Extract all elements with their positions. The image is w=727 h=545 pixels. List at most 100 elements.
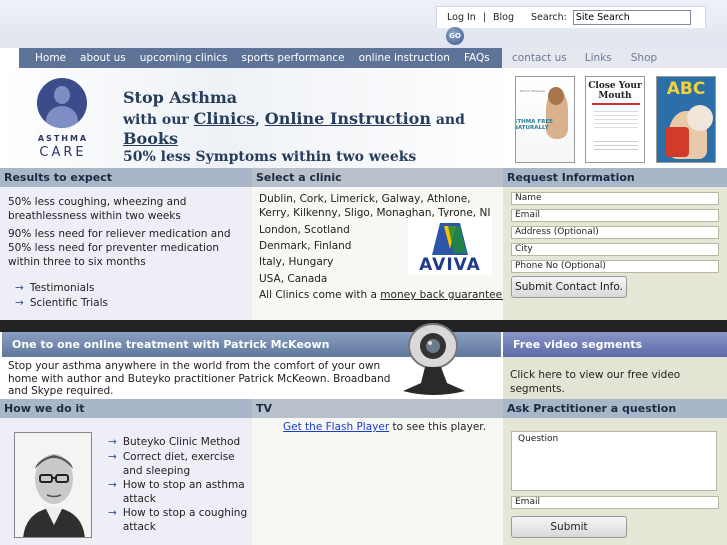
tagline-title: Stop Asthma [123,88,238,107]
search-input[interactable] [572,10,691,25]
clinic-heading: Select a clinic [252,168,503,187]
webcam-icon [395,321,475,399]
arrow-icon: → [108,436,117,448]
book-abc-asthma-free[interactable]: ABC [656,76,716,163]
logo-text-bottom: CARE [39,145,87,160]
guarantee-prefix: All Clinics come with a [259,289,377,301]
clinic-italy-hungary[interactable]: Italy, Hungary [259,255,333,269]
how-item-3[interactable]: → How to stop an asthma attack [108,478,248,506]
results-heading: Results to expect [0,168,252,187]
blog-link[interactable]: Blog [493,12,514,23]
logo-emblem [37,78,87,128]
header-banner: ASTHMA CARE Stop Asthma with our Clinics… [0,68,727,168]
arrow-icon: → [15,282,24,294]
nav-faqs[interactable]: FAQs [457,52,497,64]
results-text-2: 90% less need for reliever medication an… [8,228,231,268]
flash-notice: Get the Flash Player to see this player. [283,420,486,434]
nav-online-instruction[interactable]: online instruction [352,52,457,64]
tagline-prefix: with our [123,112,189,128]
nav-contact-us[interactable]: contact us [512,52,567,64]
logo-text-top: ASTHMA [37,134,89,143]
nav-about-us[interactable]: about us [73,52,133,64]
testimonials-link[interactable]: → Testimonials [15,281,94,295]
tv-heading: TV [252,399,503,418]
aviva-text: AVIVA [419,255,481,275]
clinics-link[interactable]: Clinics [194,109,255,128]
ask-heading: Ask Practitioner a question [503,399,727,418]
scientific-trials-label: Scientific Trials [29,297,108,309]
nav-upcoming-clinics[interactable]: upcoming clinics [133,52,235,64]
free-video-heading[interactable]: Free video segments [503,332,727,357]
nav-links[interactable]: Links [585,52,612,64]
how-item-4-label: How to stop a coughing attack [122,507,248,533]
separator: | [482,12,487,23]
online-treatment-text: Stop your asthma anywhere in the world f… [8,360,391,397]
how-item-1-label: Buteyko Clinic Method [122,436,241,448]
tagline-line2: with our Clinics, Online Instruction and [123,109,465,128]
flash-suffix: to see this player. [392,421,487,433]
results-panel: 50% less coughing, wheezing and breathle… [0,187,252,320]
tv-panel: Get the Flash Player to see this player. [252,418,503,545]
how-item-4[interactable]: → How to stop a coughing attack [108,506,248,534]
testimonials-label: Testimonials [29,282,95,294]
money-back-guarantee-link[interactable]: money back guarantee. [380,289,505,301]
nav-home[interactable]: Home [19,52,73,64]
aviva-logo[interactable]: AVIVA [408,217,492,275]
how-panel: → Buteyko Clinic Method → Correct diet, ex… [0,418,252,545]
arrow-icon: → [108,507,117,519]
asthma-care-logo[interactable]: ASTHMA CARE [30,78,96,164]
clinic-usa-canada[interactable]: USA, Canada [259,272,327,286]
secondary-nav: contact us Links Shop [502,48,727,68]
clinic-denmark-finland[interactable]: Denmark, Finland [259,239,351,253]
search-label: Search: [531,12,567,23]
how-item-1[interactable]: → Buteyko Clinic Method [108,435,248,449]
buteyko-portrait [14,432,92,538]
clinic-cities: Dublin, Cork, Limerick, Galway, Athlone,… [259,193,491,219]
free-video-text[interactable]: Click here to view our free video segmen… [510,368,725,396]
clinic-panel: Dublin, Cork, Limerick, Galway, Athlone,… [252,187,505,320]
ask-email-field[interactable]: Email [511,496,719,509]
how-heading: How we do it [0,399,252,418]
guarantee-text: All Clinics come with a money back guara… [259,288,505,302]
submit-contact-button[interactable]: Submit Contact Info. [511,276,627,298]
arrow-icon: → [108,479,117,491]
book-close-your-mouth[interactable]: Close Your Mouth [585,76,645,163]
login-link[interactable]: Log In [447,12,476,23]
books-link[interactable]: Books [123,129,465,148]
city-field[interactable]: City [511,243,719,256]
how-item-2-label: Correct diet, exercise and sleeping [122,451,235,477]
tagline-subtitle: 50% less Symptoms within two weeks [123,149,417,165]
book1-title: ASTHMA FREE NATURALLY [515,119,553,131]
tagline-comma: , [255,112,260,128]
results-text-1: 50% less coughing, wheezing and breathle… [8,196,187,222]
arrow-icon: → [15,297,24,309]
book-asthma-free-naturally[interactable]: Patrick McKeown ASTHMA FREE NATURALLY [515,76,575,163]
request-heading: Request Information [503,168,727,187]
get-flash-player-link[interactable]: Get the Flash Player [283,421,389,433]
question-textarea[interactable]: Question [511,431,717,491]
nav-shop[interactable]: Shop [631,52,657,64]
clinic-london-scotland[interactable]: London, Scotland [259,223,350,237]
tagline-and: and [435,112,465,128]
utility-bar: Log In | Blog Search: [436,6,706,28]
scientific-trials-link[interactable]: → Scientific Trials [15,296,108,310]
ask-form: Question Email Submit [503,418,727,545]
arrow-icon: → [108,451,117,463]
main-nav: Home about us upcoming clinics sports pe… [19,48,502,68]
tagline: Stop Asthma with our Clinics, Online Ins… [123,88,465,165]
free-video-panel[interactable]: Click here to view our free video segmen… [503,357,727,399]
name-field[interactable]: Name [511,192,719,205]
nav-sports-performance[interactable]: sports performance [235,52,352,64]
request-form: Name Email Address (Optional) City Phone… [503,187,727,320]
book2-title: Close Your Mouth [588,81,642,101]
how-item-3-label: How to stop an asthma attack [122,479,245,505]
email-field[interactable]: Email [511,209,719,222]
ask-submit-button[interactable]: Submit [511,516,627,538]
book3-title: ABC [666,79,706,99]
how-item-2[interactable]: → Correct diet, exercise and sleeping [108,450,248,478]
section-divider [0,320,727,332]
address-field[interactable]: Address (Optional) [511,226,719,239]
online-instruction-link[interactable]: Online Instruction [265,109,431,128]
phone-field[interactable]: Phone No (Optional) [511,260,719,273]
go-button[interactable]: GO [446,27,464,45]
